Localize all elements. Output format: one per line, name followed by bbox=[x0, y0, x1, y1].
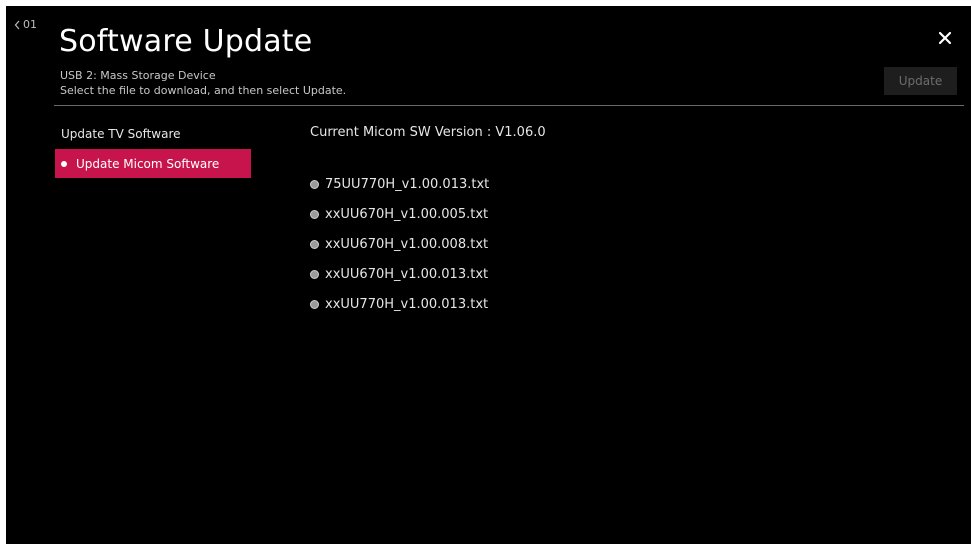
device-name: USB 2: Mass Storage Device bbox=[60, 69, 216, 82]
file-name: xxUU670H_v1.00.008.txt bbox=[325, 236, 489, 252]
software-update-screen: 01 Software Update USB 2: Mass Storage D… bbox=[6, 6, 971, 544]
radio-icon bbox=[310, 269, 319, 279]
current-version-label: Current Micom SW Version : V1.06.0 bbox=[310, 125, 546, 140]
radio-icon bbox=[310, 299, 319, 309]
header-divider bbox=[54, 105, 964, 106]
sidebar-item-update-tv-software[interactable]: Update TV Software bbox=[55, 119, 251, 148]
file-item[interactable]: xxUU670H_v1.00.005.txt bbox=[310, 199, 489, 229]
radio-icon bbox=[310, 179, 319, 189]
file-name: xxUU770H_v1.00.013.txt bbox=[325, 296, 489, 312]
sidebar-item-label: Update Micom Software bbox=[76, 156, 220, 171]
file-name: xxUU670H_v1.00.005.txt bbox=[325, 206, 489, 222]
file-name: 75UU770H_v1.00.013.txt bbox=[325, 176, 490, 192]
page-title: Software Update bbox=[59, 24, 313, 59]
file-item[interactable]: xxUU670H_v1.00.013.txt bbox=[310, 259, 489, 289]
back-button[interactable]: 01 bbox=[14, 18, 37, 32]
update-button[interactable]: Update bbox=[884, 67, 957, 95]
radio-icon bbox=[310, 239, 319, 249]
file-item[interactable]: xxUU670H_v1.00.008.txt bbox=[310, 229, 489, 259]
radio-icon bbox=[310, 209, 319, 219]
back-label: 01 bbox=[23, 18, 37, 31]
page-subtitle: USB 2: Mass Storage Device Select the fi… bbox=[60, 68, 346, 98]
dot-icon bbox=[61, 160, 67, 167]
file-item[interactable]: xxUU770H_v1.00.013.txt bbox=[310, 289, 489, 319]
sidebar-item-label: Update TV Software bbox=[61, 126, 181, 141]
file-item[interactable]: 75UU770H_v1.00.013.txt bbox=[310, 169, 489, 199]
instruction-text: Select the file to download, and then se… bbox=[60, 84, 347, 97]
close-icon bbox=[938, 31, 952, 45]
file-name: xxUU670H_v1.00.013.txt bbox=[325, 266, 489, 282]
sidebar-item-update-micom-software[interactable]: Update Micom Software bbox=[55, 149, 251, 178]
close-button[interactable] bbox=[935, 28, 955, 48]
file-list: 75UU770H_v1.00.013.txt xxUU670H_v1.00.00… bbox=[310, 169, 489, 319]
chevron-left-icon bbox=[14, 20, 20, 30]
